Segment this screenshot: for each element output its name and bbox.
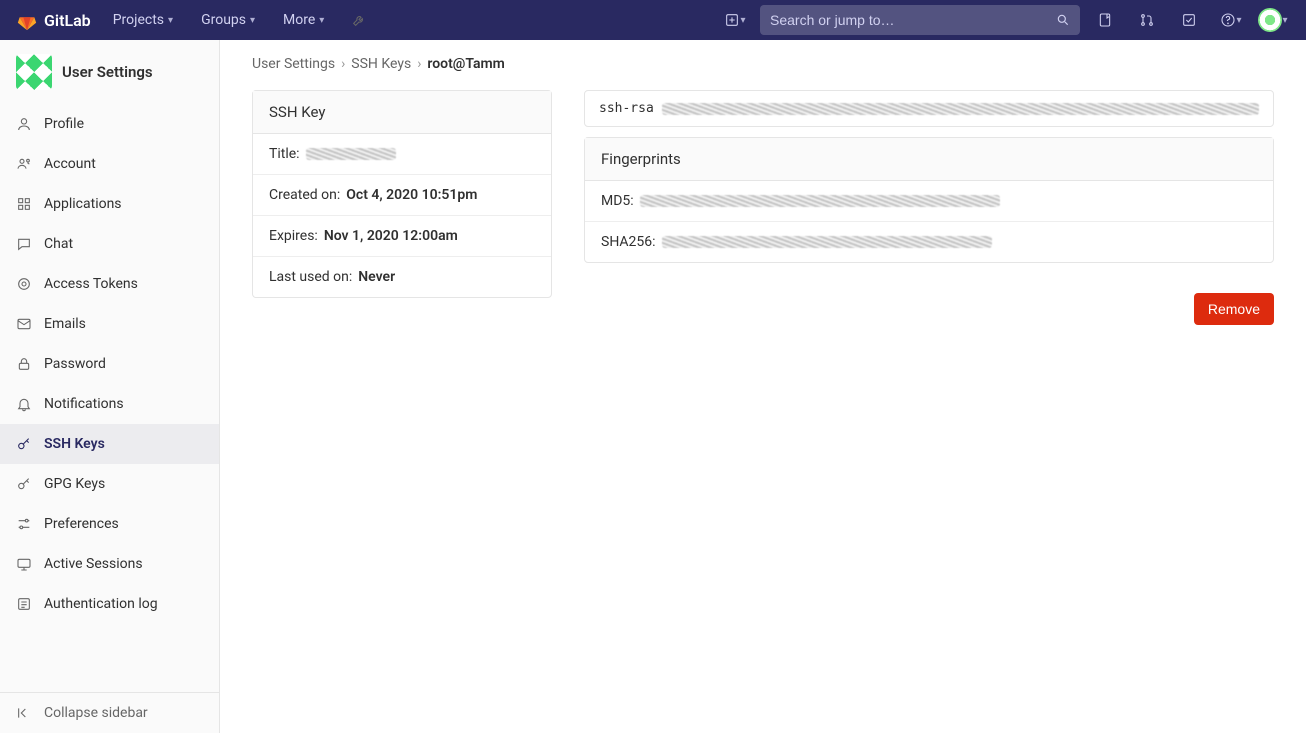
md5-row: MD5: [585,181,1273,222]
ssh-key-card: SSH Key Title: Created on: Oct 4, 2020 1… [252,90,552,298]
redacted-value [662,236,992,248]
redacted-value [662,103,1259,115]
sidebar-item-label: Notifications [44,396,124,412]
crumb-user-settings[interactable]: User Settings [252,56,335,72]
global-search[interactable] [760,5,1080,35]
ssh-key-card-header: SSH Key [253,91,551,134]
sidebar-item-ssh-keys[interactable]: SSH Keys [0,424,219,464]
remove-button[interactable]: Remove [1194,293,1274,325]
sha256-label: SHA256: [601,234,656,250]
ssh-title-row: Title: [253,134,551,175]
nav-projects-label: Projects [113,12,164,28]
crumb-ssh-keys[interactable]: SSH Keys [351,56,411,72]
ssh-expires-label: Expires: [269,228,318,244]
key-detail-column: ssh-rsa Fingerprints MD5: SHA256: Rem [584,90,1274,325]
nav-groups[interactable]: Groups ▾ [191,0,265,40]
sidebar-item-label: Password [44,356,106,372]
sidebar-item-label: SSH Keys [44,436,105,452]
ssh-created-label: Created on: [269,187,340,203]
md5-label: MD5: [601,193,634,209]
chevron-down-icon: ▾ [250,15,255,26]
sidebar-item-chat[interactable]: Chat [0,224,219,264]
sidebar-item-label: Active Sessions [44,556,143,572]
sidebar: User Settings Profile Account Applicatio… [0,40,220,733]
sidebar-item-label: Access Tokens [44,276,138,292]
help-dropdown[interactable]: ▾ [1214,0,1248,40]
ssh-key-content[interactable]: ssh-rsa [584,90,1274,127]
ssh-title-label: Title: [269,146,300,162]
sidebar-item-label: Account [44,156,96,172]
fingerprints-card: Fingerprints MD5: SHA256: [584,137,1274,263]
merge-requests-icon[interactable] [1130,0,1164,40]
sha256-row: SHA256: [585,222,1273,262]
admin-wrench-icon[interactable] [342,0,376,40]
sidebar-title: User Settings [62,63,153,81]
ssh-lastused-label: Last used on: [269,269,352,285]
gitlab-logo-icon [16,9,38,31]
nav-groups-label: Groups [201,12,246,28]
search-input[interactable] [770,12,1056,28]
chevron-down-icon: ▾ [1236,15,1241,26]
crumb-current: root@Tamm [427,56,504,72]
search-icon [1056,13,1070,27]
top-navbar: GitLab Projects ▾ Groups ▾ More ▾ ▾ ▾ ▾ [0,0,1306,40]
issues-icon[interactable] [1088,0,1122,40]
sidebar-header[interactable]: User Settings [0,40,219,104]
user-menu[interactable]: ▾ [1256,0,1290,40]
fingerprints-header: Fingerprints [585,138,1273,181]
main-content: User Settings › SSH Keys › root@Tamm SSH… [220,40,1306,733]
todos-icon[interactable] [1172,0,1206,40]
user-identicon [16,54,52,90]
key-type-prefix: ssh-rsa [599,101,654,116]
ssh-lastused-value: Never [358,269,395,285]
sidebar-item-access-tokens[interactable]: Access Tokens [0,264,219,304]
sidebar-item-label: Profile [44,116,84,132]
chevron-right-icon: › [417,56,421,72]
sidebar-item-label: Emails [44,316,86,332]
sidebar-item-gpg-keys[interactable]: GPG Keys [0,464,219,504]
new-dropdown[interactable]: ▾ [718,0,752,40]
brand-name: GitLab [44,11,91,30]
chevron-right-icon: › [341,56,345,72]
sidebar-item-label: GPG Keys [44,476,105,492]
collapse-label: Collapse sidebar [44,705,148,721]
chevron-down-icon: ▾ [168,15,173,26]
sidebar-item-label: Preferences [44,516,119,532]
sidebar-item-notifications[interactable]: Notifications [0,384,219,424]
ssh-lastused-row: Last used on: Never [253,257,551,297]
sidebar-item-label: Chat [44,236,73,252]
sidebar-item-label: Applications [44,196,122,212]
sidebar-item-auth-log[interactable]: Authentication log [0,584,219,624]
chevron-down-icon: ▾ [1282,15,1287,26]
nav-more[interactable]: More ▾ [273,0,334,40]
brand-block[interactable]: GitLab [16,9,91,31]
sidebar-item-label: Authentication log [44,596,158,612]
ssh-created-value: Oct 4, 2020 10:51pm [346,187,477,203]
redacted-value [306,148,396,160]
avatar-icon [1258,8,1282,32]
sidebar-item-active-sessions[interactable]: Active Sessions [0,544,219,584]
sidebar-item-password[interactable]: Password [0,344,219,384]
sidebar-item-profile[interactable]: Profile [0,104,219,144]
ssh-expires-value: Nov 1, 2020 12:00am [324,228,458,244]
ssh-expires-row: Expires: Nov 1, 2020 12:00am [253,216,551,257]
nav-projects[interactable]: Projects ▾ [103,0,183,40]
collapse-sidebar[interactable]: Collapse sidebar [0,692,219,733]
nav-more-label: More [283,12,315,28]
sidebar-item-account[interactable]: Account [0,144,219,184]
breadcrumb: User Settings › SSH Keys › root@Tamm [252,56,1274,72]
chevron-down-icon: ▾ [319,15,324,26]
sidebar-item-applications[interactable]: Applications [0,184,219,224]
chevron-down-icon: ▾ [740,15,745,26]
redacted-value [640,195,1000,207]
ssh-created-row: Created on: Oct 4, 2020 10:51pm [253,175,551,216]
sidebar-item-emails[interactable]: Emails [0,304,219,344]
sidebar-item-preferences[interactable]: Preferences [0,504,219,544]
